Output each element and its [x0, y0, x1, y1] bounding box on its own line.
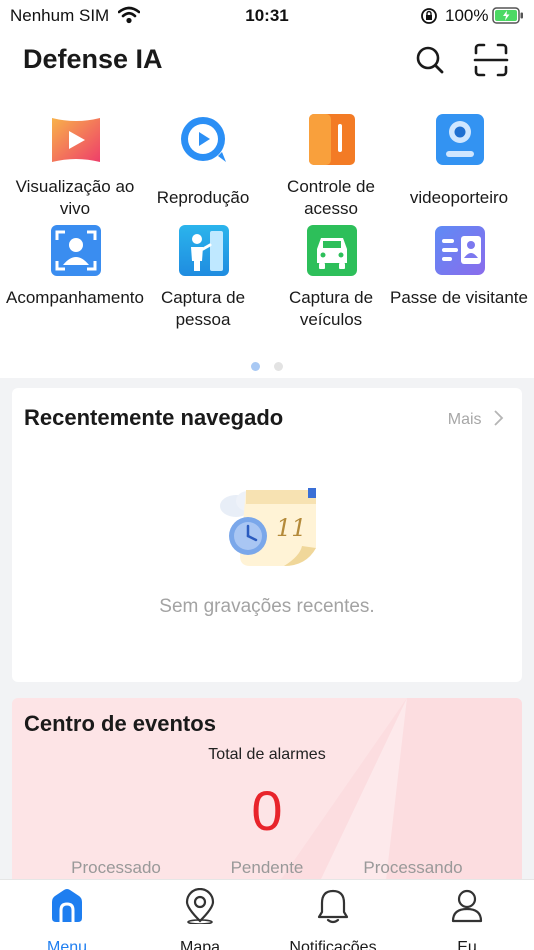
tab-label: Eu — [457, 939, 477, 950]
map-pin-icon — [185, 888, 215, 924]
feature-label: Acompanhamento — [6, 288, 144, 307]
pager-dot[interactable] — [274, 362, 283, 371]
empty-state-text: Sem gravações recentes. — [159, 596, 375, 617]
tab-notifications[interactable]: Notificações — [266, 888, 400, 950]
orientation-lock-icon — [421, 8, 437, 24]
tab-me[interactable]: Eu — [400, 888, 534, 950]
recent-card: Recentemente navegado Mais 11 Sem gravaç… — [12, 388, 522, 682]
more-label: Mais — [447, 411, 482, 428]
playback-icon — [181, 117, 226, 162]
feature-label: Controle de acesso — [287, 177, 375, 218]
alarm-total-count: 0 — [251, 779, 283, 842]
user-icon — [451, 889, 483, 923]
tab-label: Mapa — [179, 939, 221, 950]
tab-label: Menu — [46, 939, 88, 950]
home-icon — [52, 889, 82, 922]
video-intercom-icon — [436, 114, 484, 165]
events-card[interactable]: Centro de eventos Total de alarmes 0 Pro… — [12, 698, 522, 898]
feature-label: Captura de pessoa — [160, 288, 246, 329]
live-view-icon — [52, 118, 100, 162]
person-capture-icon — [179, 225, 229, 276]
events-title: Centro de eventos — [24, 711, 216, 736]
feature-label: videoporteiro — [409, 188, 509, 207]
person-tracking-icon — [51, 225, 101, 276]
empty-calendar-illustration: 11 — [220, 488, 316, 566]
status-bar: Nenhum SIM 10:31 100% — [0, 0, 534, 32]
tab-menu[interactable]: Menu — [0, 888, 134, 950]
more-link[interactable]: Mais — [448, 410, 504, 429]
tab-bar: Menu Mapa Notificações Eu — [0, 879, 534, 950]
search-icon[interactable] — [412, 42, 448, 78]
feature-label: Visualização ao vivo — [15, 177, 135, 218]
app-title: Defense IA — [23, 44, 163, 74]
stat-processed: Processado — [71, 858, 161, 877]
access-control-icon — [309, 114, 355, 165]
battery-icon — [492, 7, 523, 24]
scan-icon[interactable] — [473, 42, 509, 78]
tab-label: Notificações — [289, 939, 377, 950]
tab-map[interactable]: Mapa — [133, 888, 267, 950]
alarm-total-label: Total de alarmes — [208, 746, 326, 763]
battery-percentage: 100% — [445, 6, 489, 25]
stat-pending: Pendente — [230, 858, 304, 877]
pager-dot-active[interactable] — [251, 362, 260, 371]
visitor-pass-icon — [435, 226, 485, 275]
feature-label: Reprodução — [156, 188, 250, 207]
calendar-day: 11 — [276, 514, 307, 542]
recent-title: Recentemente navegado — [24, 405, 284, 430]
stat-processing: Processando — [363, 858, 463, 877]
bell-icon — [317, 889, 349, 924]
chevron-right-icon — [494, 410, 504, 426]
vehicle-capture-icon — [307, 225, 357, 276]
feature-label: Captura de veículos — [288, 288, 374, 329]
feature-label: Passe de visitante — [390, 288, 528, 307]
